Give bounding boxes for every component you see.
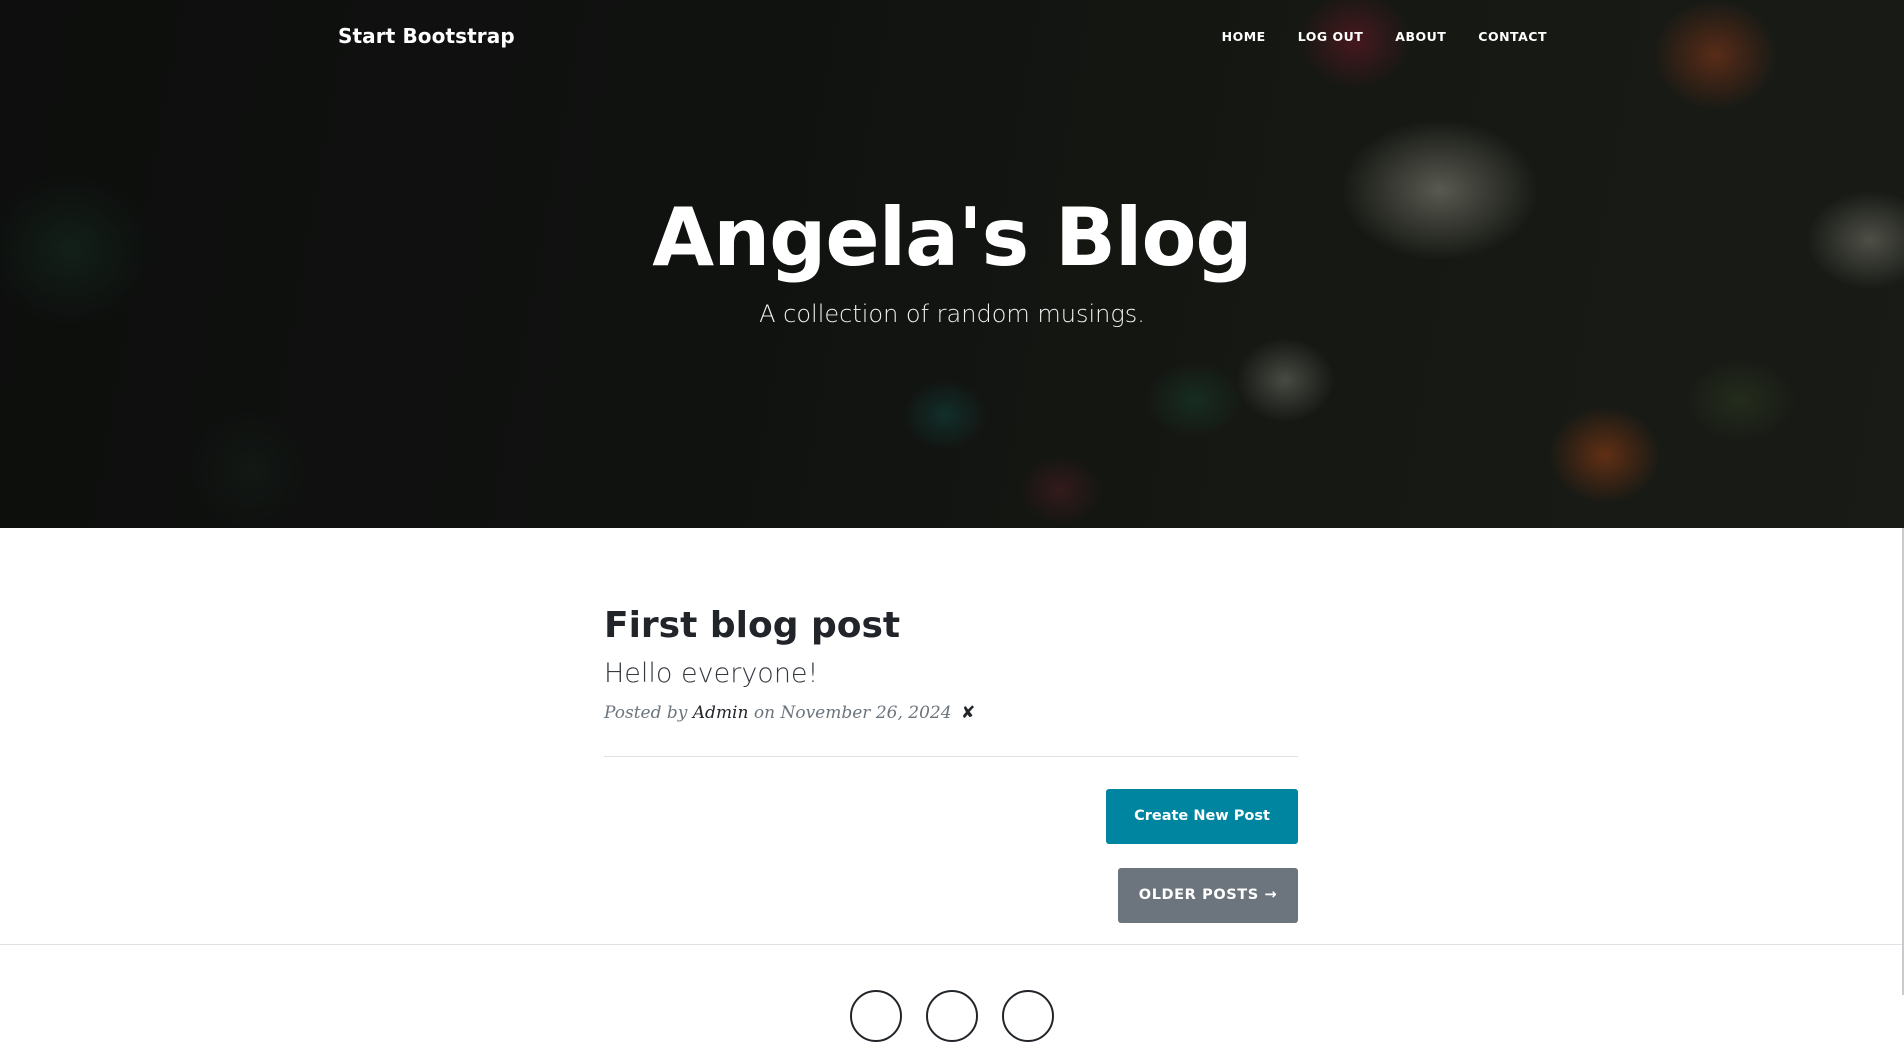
post-author-link[interactable]: Admin	[693, 703, 749, 723]
post-date: November 26, 2024	[780, 702, 952, 723]
post-meta-prefix: Posted by	[604, 702, 688, 723]
github-icon[interactable]	[1002, 990, 1054, 1042]
blog-title: Angela's Blog	[652, 191, 1252, 284]
blog-subtitle: A collection of random musings.	[759, 300, 1145, 328]
create-new-post-button[interactable]: Create New Post	[1106, 788, 1298, 844]
nav-home-link[interactable]: HOME	[1206, 29, 1282, 44]
nav-contact-link[interactable]: CONTACT	[1462, 29, 1547, 44]
brand-link[interactable]: Start Bootstrap	[338, 24, 515, 48]
post-divider	[604, 755, 1298, 757]
nav-about-link[interactable]: ABOUT	[1379, 29, 1462, 44]
footer-divider	[0, 944, 1904, 945]
pager-row: OLDER POSTS →	[604, 844, 1298, 923]
nav-links: HOME LOG OUT ABOUT CONTACT	[1206, 29, 1547, 44]
post-meta-on: on	[753, 702, 776, 723]
older-posts-button[interactable]: OLDER POSTS →	[1118, 867, 1298, 923]
main-content: First blog post Hello everyone! Posted b…	[604, 528, 1298, 923]
facebook-icon[interactable]	[926, 990, 978, 1042]
post-preview: First blog post Hello everyone! Posted b…	[604, 528, 1298, 723]
post-title-link[interactable]: First blog post	[604, 606, 1298, 646]
nav-logout-link[interactable]: LOG OUT	[1282, 29, 1380, 44]
delete-post-icon[interactable]: ✘	[961, 703, 975, 723]
create-row: Create New Post	[604, 765, 1298, 844]
navbar: Start Bootstrap HOME LOG OUT ABOUT CONTA…	[0, 0, 1904, 74]
post-meta: Posted by Admin on November 26, 2024 ✘	[604, 703, 1298, 723]
post-subtitle: Hello everyone!	[604, 657, 819, 689]
twitter-icon[interactable]	[850, 990, 902, 1042]
footer-social-icons	[0, 990, 1904, 1042]
